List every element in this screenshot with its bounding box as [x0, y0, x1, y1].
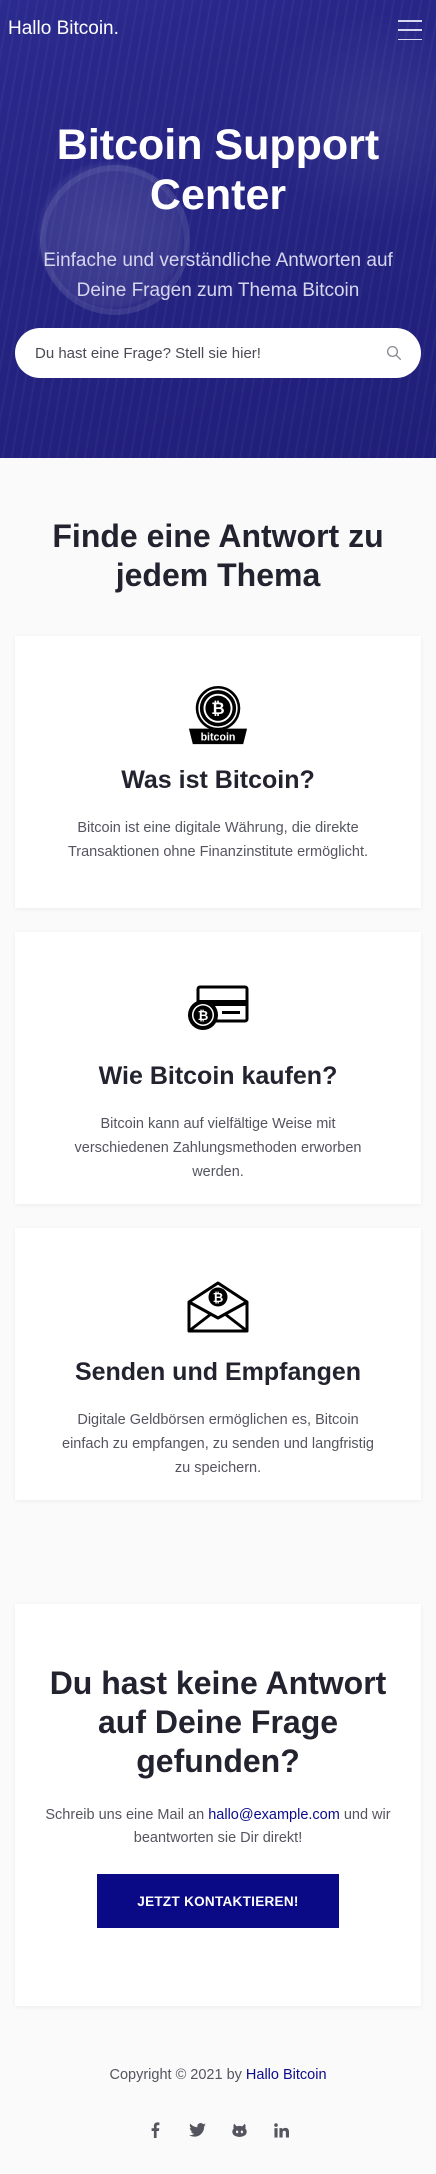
- social-links: [0, 2119, 436, 2141]
- hero-section: Hallo Bitcoin. Bitcoin Support Center Ei…: [0, 0, 436, 458]
- svg-text:₿: ₿: [213, 1290, 224, 1305]
- twitter-icon[interactable]: [186, 2119, 208, 2141]
- card-text: Digitale Geldbörsen ermöglichen es, Bitc…: [62, 1412, 374, 1476]
- github-icon[interactable]: [228, 2119, 250, 2141]
- card-text: Bitcoin ist eine digitale Währung, die d…: [67, 820, 369, 860]
- card-text: Bitcoin kann auf vielfältige Weise mit v…: [74, 1116, 362, 1180]
- bitcoin-card-icon: ₿: [188, 985, 249, 1030]
- card-title: Senden und Empfangen: [74, 1358, 362, 1386]
- contact-email-link[interactable]: hallo@example.com: [208, 1807, 340, 1823]
- copyright-link[interactable]: Hallo Bitcoin: [246, 2067, 327, 2083]
- copyright: Copyright © 2021 by Hallo Bitcoin: [0, 2067, 436, 2083]
- svg-text:bitcoin: bitcoin: [201, 732, 236, 744]
- search-input[interactable]: [35, 344, 385, 362]
- topic-card-send-receive[interactable]: ₿ Senden und Empfangen Digitale Geldbörs…: [15, 1228, 421, 1500]
- contact-text: Schreib uns eine Mail an hallo@example.c…: [35, 1804, 401, 1850]
- search-icon[interactable]: [385, 344, 403, 362]
- topic-card-what-is-bitcoin[interactable]: ₿ bitcoin Was ist Bitcoin? Bitcoin ist e…: [15, 636, 421, 908]
- topic-card-how-to-buy[interactable]: ₿ Wie Bitcoin kaufen? Bitcoin kann auf v…: [15, 932, 421, 1204]
- contact-button[interactable]: JETZT KONTAKTIEREN!: [97, 1874, 339, 1928]
- bitcoin-envelope-icon: ₿: [187, 1281, 249, 1333]
- topics-heading: Finde eine Antwort zu jedem Thema: [52, 518, 384, 593]
- svg-text:₿: ₿: [211, 700, 224, 718]
- bitcoin-logo-icon: ₿ bitcoin: [188, 685, 248, 745]
- contact-text-before: Schreib uns eine Mail an: [45, 1807, 209, 1823]
- contact-box: Du hast keine Antwort auf Deine Frage ge…: [15, 1604, 421, 2006]
- svg-text:₿: ₿: [198, 1008, 209, 1023]
- copyright-prefix: Copyright © 2021 by: [109, 2067, 246, 2083]
- linkedin-icon[interactable]: [270, 2119, 292, 2141]
- card-title: Wie Bitcoin kaufen?: [98, 1062, 338, 1090]
- contact-heading: Du hast keine Antwort auf Deine Frage ge…: [49, 1665, 387, 1779]
- card-title: Was ist Bitcoin?: [121, 766, 315, 794]
- hero-title: Bitcoin Support Center: [56, 121, 380, 219]
- hamburger-menu-icon[interactable]: [398, 20, 422, 40]
- search-bar: [15, 328, 421, 378]
- brand-logo[interactable]: Hallo Bitcoin.: [8, 18, 119, 40]
- facebook-icon[interactable]: [144, 2119, 166, 2141]
- hero-subtitle: Einfache und verständliche Antworten auf…: [43, 250, 393, 301]
